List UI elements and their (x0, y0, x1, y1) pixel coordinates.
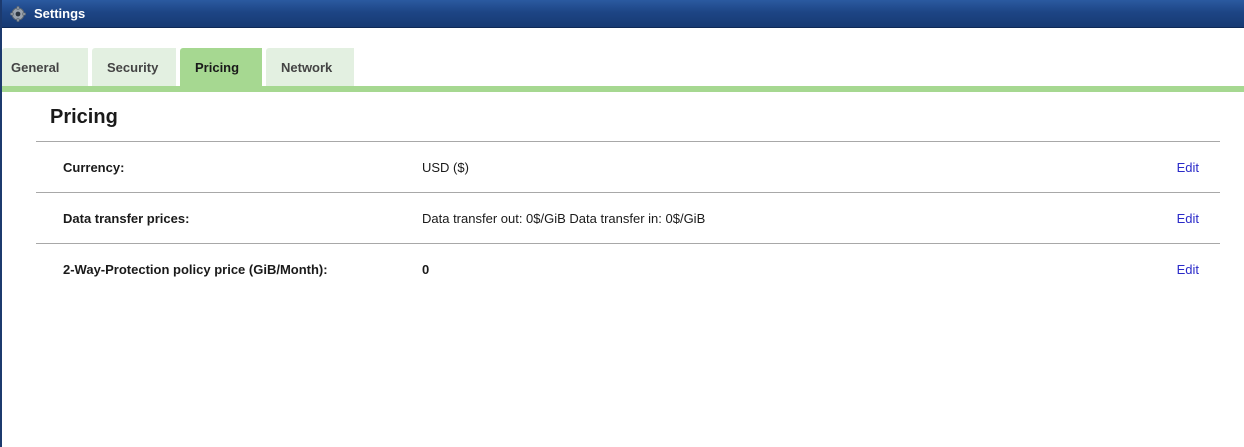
settings-window: Settings General Security Pricing Networ… (0, 0, 1244, 447)
pricing-panel: Pricing Currency: USD ($) Edit Data tran… (36, 60, 1220, 295)
row-value: USD ($) (422, 159, 469, 175)
table-row-protection-price: 2-Way-Protection policy price (GiB/Month… (36, 244, 1220, 295)
gear-icon (10, 5, 26, 22)
edit-currency-link[interactable]: Edit (1160, 160, 1220, 175)
section-title: Pricing (50, 106, 118, 128)
window-title: Settings (34, 6, 86, 21)
edit-data-transfer-link[interactable]: Edit (1160, 211, 1220, 226)
title-bar: Settings (2, 0, 1244, 28)
pricing-table: Currency: USD ($) Edit Data transfer pri… (36, 141, 1220, 295)
row-value: 0 (422, 262, 430, 277)
edit-protection-price-link[interactable]: Edit (1160, 262, 1220, 277)
row-label: Data transfer prices: (63, 210, 190, 226)
row-label: 2-Way-Protection policy price (GiB/Month… (63, 262, 328, 277)
row-value: Data transfer out: 0$/GiB Data transfer … (422, 210, 706, 226)
row-label: Currency: (63, 159, 125, 175)
table-row-currency: Currency: USD ($) Edit (36, 142, 1220, 193)
table-row-data-transfer: Data transfer prices: Data transfer out:… (36, 193, 1220, 244)
